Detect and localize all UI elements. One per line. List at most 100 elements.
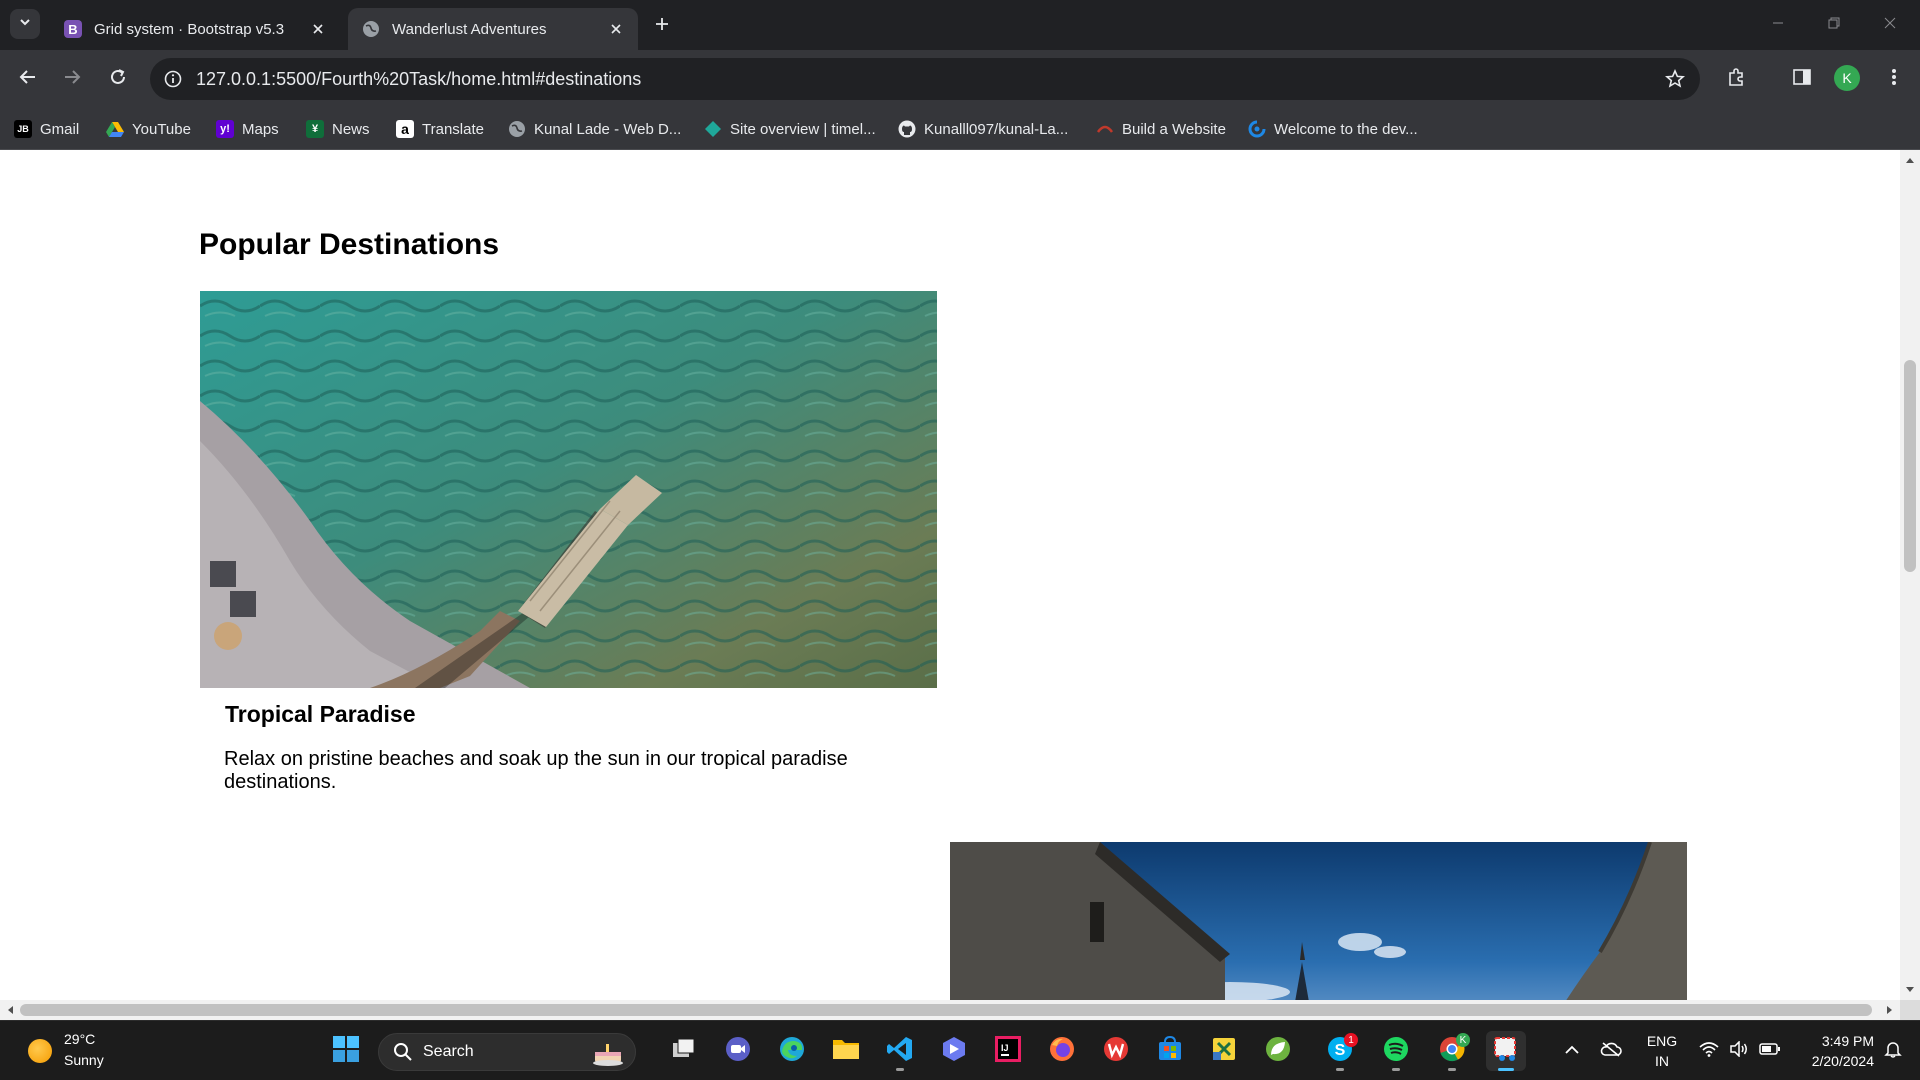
- cake-icon: [591, 1038, 625, 1071]
- minimize-button[interactable]: [1750, 0, 1806, 50]
- firefox-app[interactable]: [1042, 1031, 1082, 1071]
- vertical-scrollbar[interactable]: [1900, 150, 1920, 1000]
- bookmark-label: YouTube: [132, 120, 191, 138]
- profile-avatar[interactable]: K: [1834, 65, 1860, 91]
- scroll-right-icon[interactable]: [1884, 1004, 1896, 1016]
- bootstrap-icon: B: [64, 20, 82, 38]
- bookmark-star-icon[interactable]: [1664, 68, 1686, 90]
- close-tab-icon[interactable]: [606, 19, 626, 39]
- search-icon: [393, 1042, 413, 1067]
- notification-bell-icon: [1884, 1040, 1902, 1063]
- file-explorer-app[interactable]: [826, 1031, 866, 1071]
- firefox-icon: [1048, 1035, 1076, 1068]
- plus-icon: [654, 16, 670, 37]
- dev-icon: [1248, 120, 1266, 138]
- globe-icon: [508, 120, 526, 138]
- input-language[interactable]: ENG IN: [1642, 1031, 1682, 1071]
- teams-meet-app[interactable]: [718, 1031, 758, 1071]
- store-icon: [1156, 1035, 1184, 1068]
- spotify-app[interactable]: [1376, 1031, 1416, 1071]
- excel-python-app[interactable]: [1204, 1031, 1244, 1071]
- bookmark-welcome-dev[interactable]: Welcome to the dev...: [1248, 116, 1418, 142]
- vscode-app[interactable]: [880, 1031, 920, 1071]
- notifications-button[interactable]: [1878, 1031, 1908, 1071]
- restore-button[interactable]: [1806, 0, 1862, 50]
- card-description: Relax on pristine beaches and soak up th…: [224, 748, 848, 793]
- bookmark-news[interactable]: ¥ News: [306, 116, 370, 142]
- notification-badge: 1: [1344, 1033, 1358, 1047]
- chevron-down-icon: [18, 15, 32, 34]
- chevron-up-icon: [1565, 1042, 1579, 1060]
- spotify-icon: [1382, 1035, 1410, 1068]
- spring-app[interactable]: [1258, 1031, 1298, 1071]
- tab-search-button[interactable]: [10, 9, 40, 39]
- bookmark-github[interactable]: Kunalll097/kunal-La...: [898, 116, 1068, 142]
- scroll-up-icon[interactable]: [1904, 154, 1916, 166]
- bookmark-kunal-lade[interactable]: Kunal Lade - Web D...: [508, 116, 681, 142]
- arrow-right-icon: [63, 68, 81, 91]
- news-icon: ¥: [306, 120, 324, 138]
- puzzle-icon: [1726, 67, 1746, 92]
- show-hidden-icons-button[interactable]: [1558, 1031, 1586, 1071]
- reload-button[interactable]: [102, 63, 134, 95]
- edge-app[interactable]: [772, 1031, 812, 1071]
- taskbar-search[interactable]: Search: [378, 1033, 636, 1071]
- bookmark-label: Maps: [242, 120, 279, 138]
- more-vertical-icon: [1891, 67, 1897, 92]
- chrome-app[interactable]: K: [1432, 1031, 1472, 1071]
- extensions-button[interactable]: [1720, 63, 1752, 95]
- wps-office-app[interactable]: [1096, 1031, 1136, 1071]
- task-view-button[interactable]: [664, 1031, 704, 1071]
- bookmark-label: News: [332, 120, 370, 138]
- search-label: Search: [423, 1043, 474, 1060]
- quick-settings[interactable]: [1692, 1031, 1788, 1071]
- close-window-button[interactable]: [1862, 0, 1918, 50]
- vscode-icon: [886, 1035, 914, 1068]
- battery-icon: [1759, 1042, 1781, 1061]
- tab-bootstrap[interactable]: B Grid system · Bootstrap v5.3: [50, 8, 340, 50]
- close-tab-icon[interactable]: [308, 19, 328, 39]
- bookmark-maps[interactable]: y! Maps: [216, 116, 279, 142]
- back-button[interactable]: [12, 63, 44, 95]
- start-button[interactable]: [326, 1031, 366, 1071]
- side-panel-button[interactable]: [1786, 63, 1818, 95]
- bookmark-translate[interactable]: a Translate: [396, 116, 484, 142]
- browser-tab-strip: B Grid system · Bootstrap v5.3 Wanderlus…: [0, 0, 1920, 50]
- side-panel-icon: [1792, 67, 1812, 92]
- copilot-app[interactable]: [934, 1031, 974, 1071]
- snipping-tool-app[interactable]: [1486, 1031, 1526, 1071]
- bookmark-site-overview[interactable]: Site overview | timel...: [704, 116, 876, 142]
- url-text[interactable]: 127.0.0.1:5500/Fourth%20Task/home.html#d…: [196, 69, 641, 90]
- intellij-app[interactable]: IJ: [988, 1031, 1028, 1071]
- sun-icon: [28, 1039, 52, 1063]
- github-icon: [898, 120, 916, 138]
- skype-app[interactable]: S 1: [1320, 1031, 1360, 1071]
- bookmark-label: Kunalll097/kunal-La...: [924, 120, 1069, 138]
- onedrive-tray[interactable]: [1596, 1031, 1626, 1071]
- new-tab-button[interactable]: [648, 12, 676, 40]
- site-info-icon[interactable]: [162, 68, 184, 90]
- horizontal-scrollbar[interactable]: [0, 1000, 1900, 1020]
- windows-taskbar: 29°C Sunny Search IJ S 1 K ENG IN 3:49 P…: [0, 1020, 1920, 1080]
- bookmark-gmail[interactable]: JB Gmail: [14, 116, 79, 142]
- bookmark-label: Welcome to the dev...: [1274, 120, 1418, 138]
- video-camera-icon: [724, 1035, 752, 1068]
- bookmark-youtube[interactable]: YouTube: [106, 116, 191, 142]
- svg-text:IJ: IJ: [1001, 1043, 1009, 1053]
- scrollbar-thumb[interactable]: [20, 1004, 1872, 1016]
- bookmark-build-website[interactable]: Build a Website: [1096, 116, 1226, 142]
- system-clock[interactable]: 3:49 PM 2/20/2024: [1790, 1031, 1874, 1071]
- minimize-icon: [1772, 16, 1784, 34]
- ms-store-app[interactable]: [1150, 1031, 1190, 1071]
- browser-menu-button[interactable]: [1878, 63, 1910, 95]
- scrollbar-thumb[interactable]: [1904, 360, 1916, 572]
- cloud-off-icon: [1600, 1041, 1622, 1062]
- forward-button[interactable]: [56, 63, 88, 95]
- tab-wanderlust[interactable]: Wanderlust Adventures: [348, 8, 638, 50]
- scroll-down-icon[interactable]: [1904, 984, 1916, 996]
- address-bar[interactable]: 127.0.0.1:5500/Fourth%20Task/home.html#d…: [150, 58, 1700, 100]
- page-viewport: Popular Destinations Tropical Paradise R…: [0, 150, 1900, 1000]
- destination-image-beach: [200, 291, 937, 688]
- scroll-left-icon[interactable]: [4, 1004, 16, 1016]
- profile-badge: K: [1456, 1033, 1470, 1047]
